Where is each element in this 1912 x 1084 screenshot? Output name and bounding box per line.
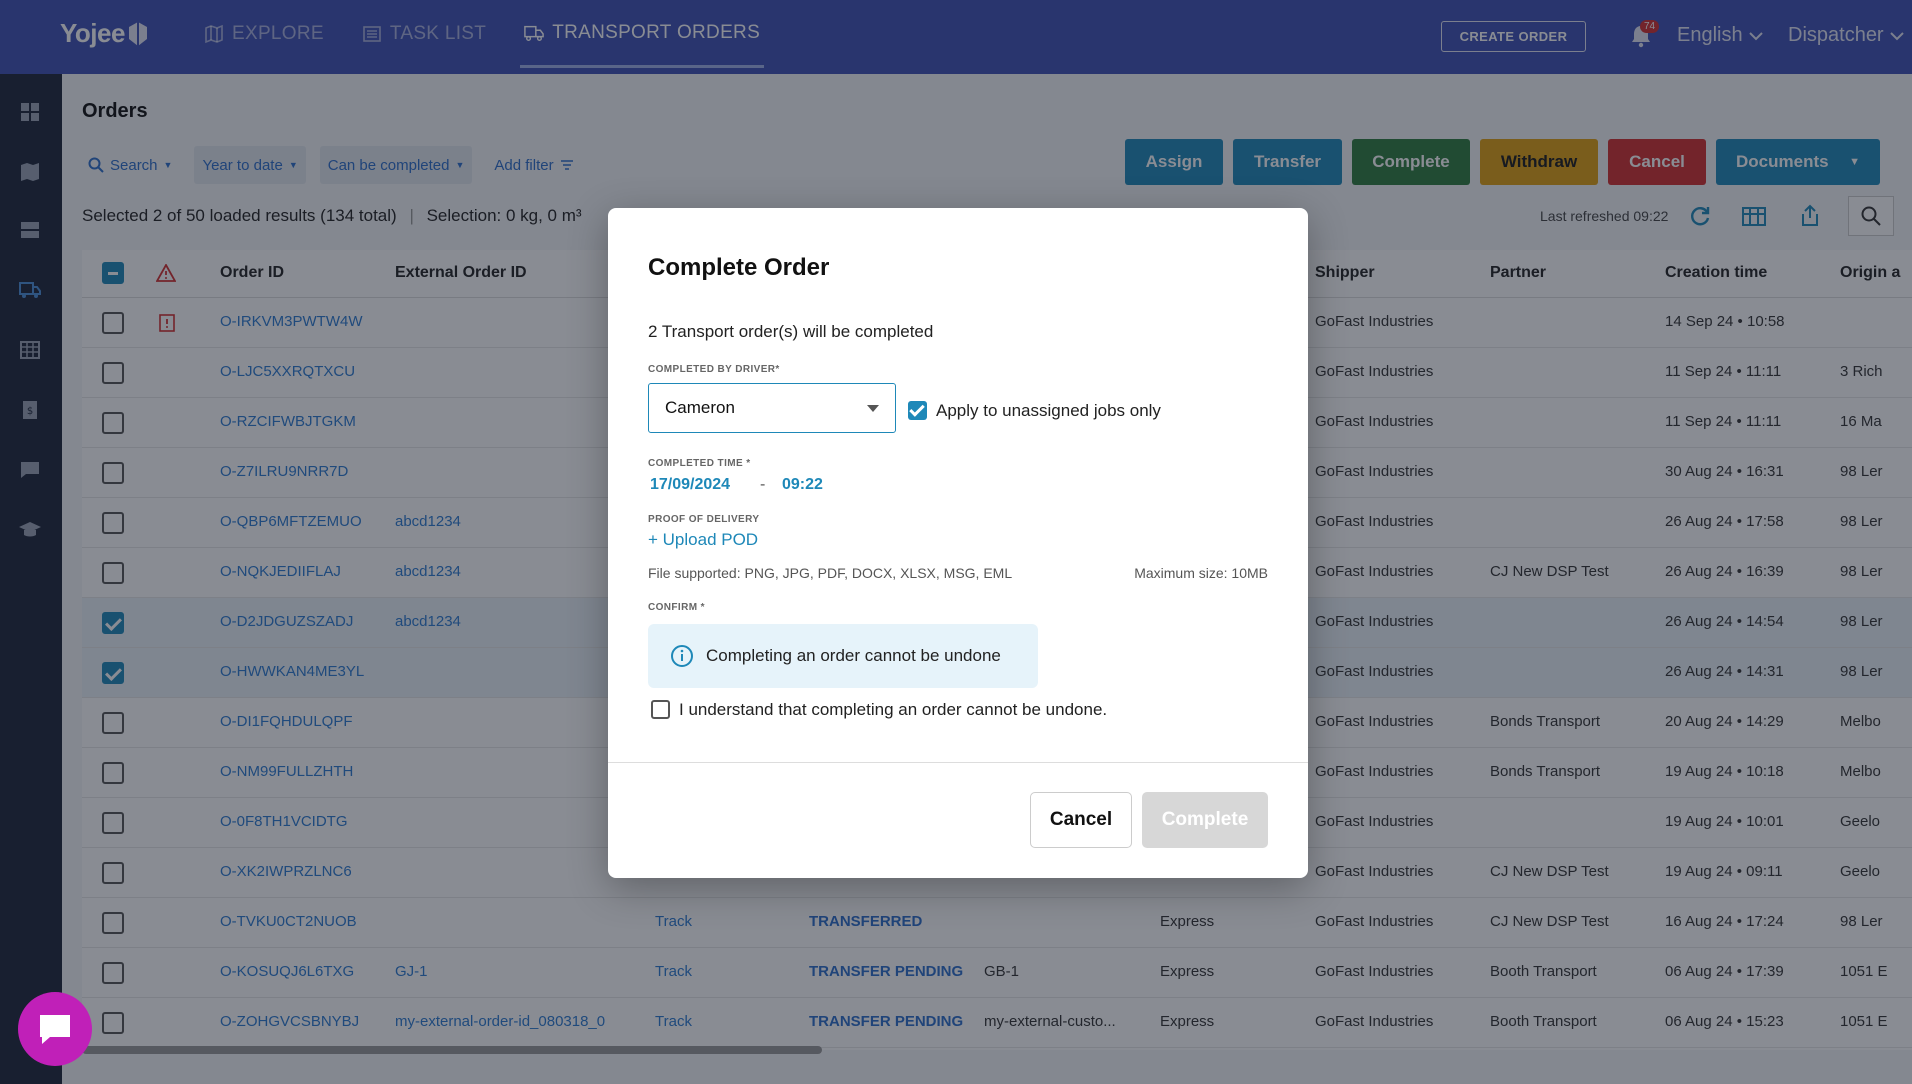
complete-order-dialog: Complete Order 2 Transport order(s) will… [608,208,1308,878]
driver-select-value: Cameron [665,398,735,417]
completed-time-label: COMPLETED TIME * [648,458,751,469]
dialog-title: Complete Order [648,254,830,281]
info-icon [671,645,693,667]
pod-label: PROOF OF DELIVERY [648,514,760,525]
chat-launcher[interactable] [18,992,92,1066]
chat-icon [40,1015,70,1044]
driver-field-label: COMPLETED BY DRIVER* [648,364,780,375]
completed-time-picker[interactable]: 09:22 [782,476,823,494]
upload-pod-button[interactable]: + Upload POD [648,530,758,550]
caret-down-icon [867,405,879,412]
dialog-summary: 2 Transport order(s) will be completed [648,322,934,341]
dialog-complete-button[interactable]: Complete [1142,792,1268,848]
date-time-separator: - [760,476,766,493]
info-alert-text: Completing an order cannot be undone [706,646,1001,665]
confirm-label: CONFIRM * [648,602,705,613]
max-size-text: Maximum size: 10MB [1134,565,1268,581]
dialog-cancel-button[interactable]: Cancel [1030,792,1132,848]
driver-select[interactable]: Cameron [648,383,896,433]
file-supported-text: File supported: PNG, JPG, PDF, DOCX, XLS… [648,565,1013,581]
dialog-divider [608,762,1308,763]
apply-unassigned-checkbox[interactable] [908,401,927,420]
understand-label[interactable]: I understand that completing an order ca… [679,700,1107,720]
info-alert: Completing an order cannot be undone [648,624,1038,688]
apply-unassigned-label[interactable]: Apply to unassigned jobs only [936,401,1161,421]
understand-checkbox[interactable] [651,700,670,719]
completed-date-picker[interactable]: 17/09/2024 [650,476,730,494]
